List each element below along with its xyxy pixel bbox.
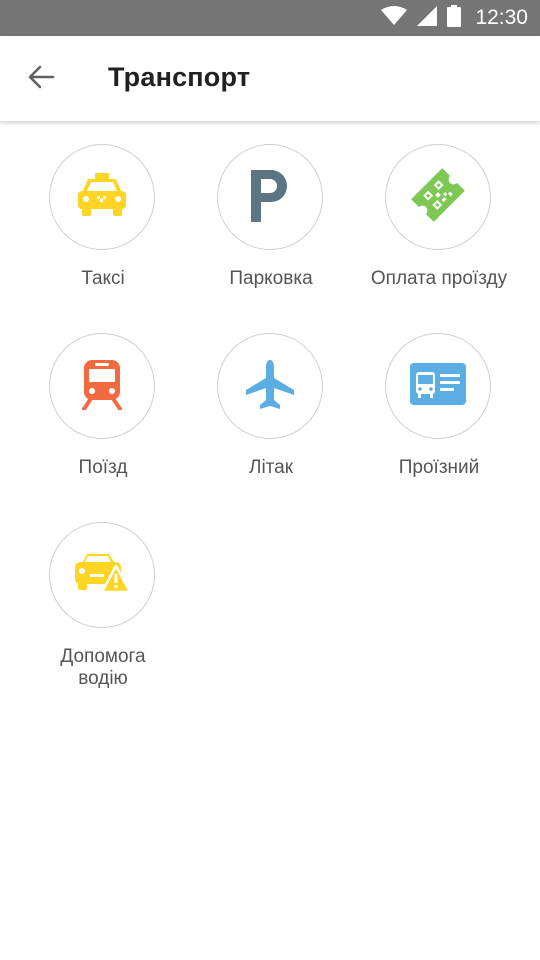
battery-icon [447, 4, 462, 32]
status-bar: 12:30 [0, 0, 540, 36]
tile-circle [49, 333, 155, 439]
tile-circle [49, 144, 155, 250]
taxi-icon [76, 172, 128, 222]
wifi-icon [381, 5, 408, 31]
tile-label: Таксі [81, 268, 125, 289]
train-icon [82, 358, 122, 415]
tile-label: Оплата проїзду [370, 268, 508, 289]
tile-circle [217, 144, 323, 250]
ticket-qr-icon [402, 159, 474, 236]
tile-label: Поїзд [78, 457, 128, 478]
back-button[interactable] [18, 56, 64, 102]
status-time: 12:30 [475, 6, 528, 29]
tile-label: Літак [248, 457, 294, 478]
cell-signal-icon [417, 5, 438, 31]
status-icons: 12:30 [381, 0, 528, 36]
tile-circle [217, 333, 323, 439]
travel-card-icon [409, 362, 467, 411]
tile-label: Допомога водію [60, 646, 146, 689]
back-arrow-icon [27, 65, 55, 94]
parking-icon [248, 168, 292, 227]
car-warning-icon [73, 550, 132, 601]
tile-label: Парковка [229, 268, 313, 289]
tile-label: Проїзний [398, 457, 480, 478]
app-bar: Транспорт [0, 36, 540, 121]
tile-circle [385, 333, 491, 439]
tile-circle [385, 144, 491, 250]
page-title: Транспорт [108, 62, 251, 92]
airplane-icon [244, 358, 296, 415]
tile-circle [49, 522, 155, 628]
